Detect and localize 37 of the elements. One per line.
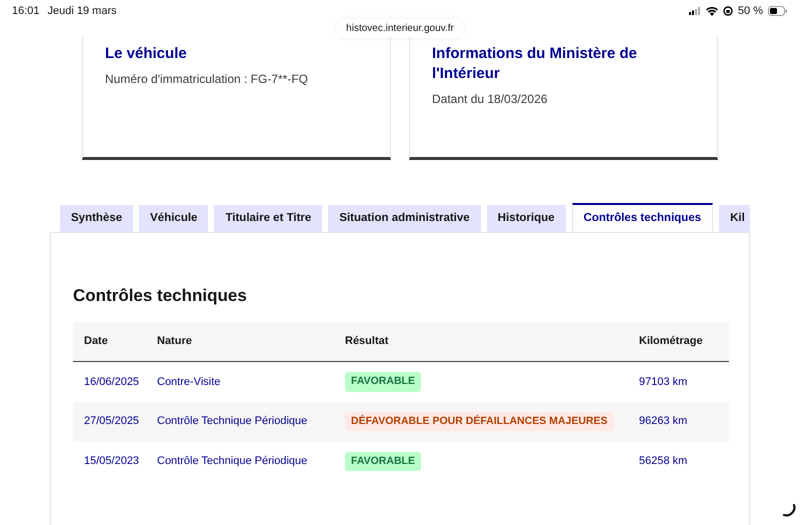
- table-cell: 27/05/2025: [73, 402, 157, 442]
- table-cell: 16/06/2025: [73, 362, 157, 402]
- column-header: Date: [73, 322, 157, 362]
- table-cell: Contrôle Technique Périodique: [157, 402, 345, 442]
- signal-icon: [688, 7, 701, 15]
- column-header: Kilométrage: [639, 322, 729, 362]
- loading-icon: [782, 503, 796, 517]
- tab[interactable]: Historique: [486, 205, 566, 232]
- card-title: Informations du Ministère de l'Intérieur: [432, 44, 638, 84]
- table-cell: 15/05/2023: [73, 442, 157, 482]
- table-cell: 56258 km: [639, 442, 729, 482]
- battery-percent: 50 %: [738, 4, 763, 19]
- result-badge: DÉFAVORABLE POUR DÉFAILLANCES MAJEURES: [345, 412, 614, 432]
- status-date: Jeudi 19 mars: [48, 4, 117, 19]
- table-cell: Contre-Visite: [157, 362, 345, 402]
- tab[interactable]: Situation administrative: [328, 205, 481, 232]
- section-title: Contrôles techniques: [73, 285, 248, 307]
- orientation-lock-icon: [722, 6, 733, 16]
- card-text: Numéro d'immatriculation : FG-7**-FQ: [105, 71, 310, 88]
- tab[interactable]: Kil: [719, 205, 750, 232]
- table-cell: Contrôle Technique Périodique: [157, 442, 345, 482]
- card-text: Datant du 18/03/2026: [432, 91, 548, 108]
- battery-icon: [768, 6, 788, 16]
- column-header: Résultat: [345, 322, 639, 362]
- result-badge: FAVORABLE: [345, 372, 421, 392]
- card-title: Le véhicule: [105, 44, 188, 64]
- tab[interactable]: Contrôles techniques: [572, 203, 714, 232]
- tab[interactable]: Véhicule: [139, 205, 208, 232]
- result-badge: FAVORABLE: [345, 452, 421, 472]
- table-cell: 96263 km: [639, 402, 729, 442]
- wifi-icon: [706, 6, 718, 16]
- tab[interactable]: Titulaire et Titre: [214, 205, 322, 232]
- tab[interactable]: Synthèse: [60, 205, 134, 232]
- column-header: Nature: [157, 322, 345, 362]
- table-cell: 97103 km: [639, 362, 729, 402]
- status-time: 16:01: [12, 4, 40, 19]
- url-bar[interactable]: histovec.interieur.gouv.fr: [336, 19, 464, 38]
